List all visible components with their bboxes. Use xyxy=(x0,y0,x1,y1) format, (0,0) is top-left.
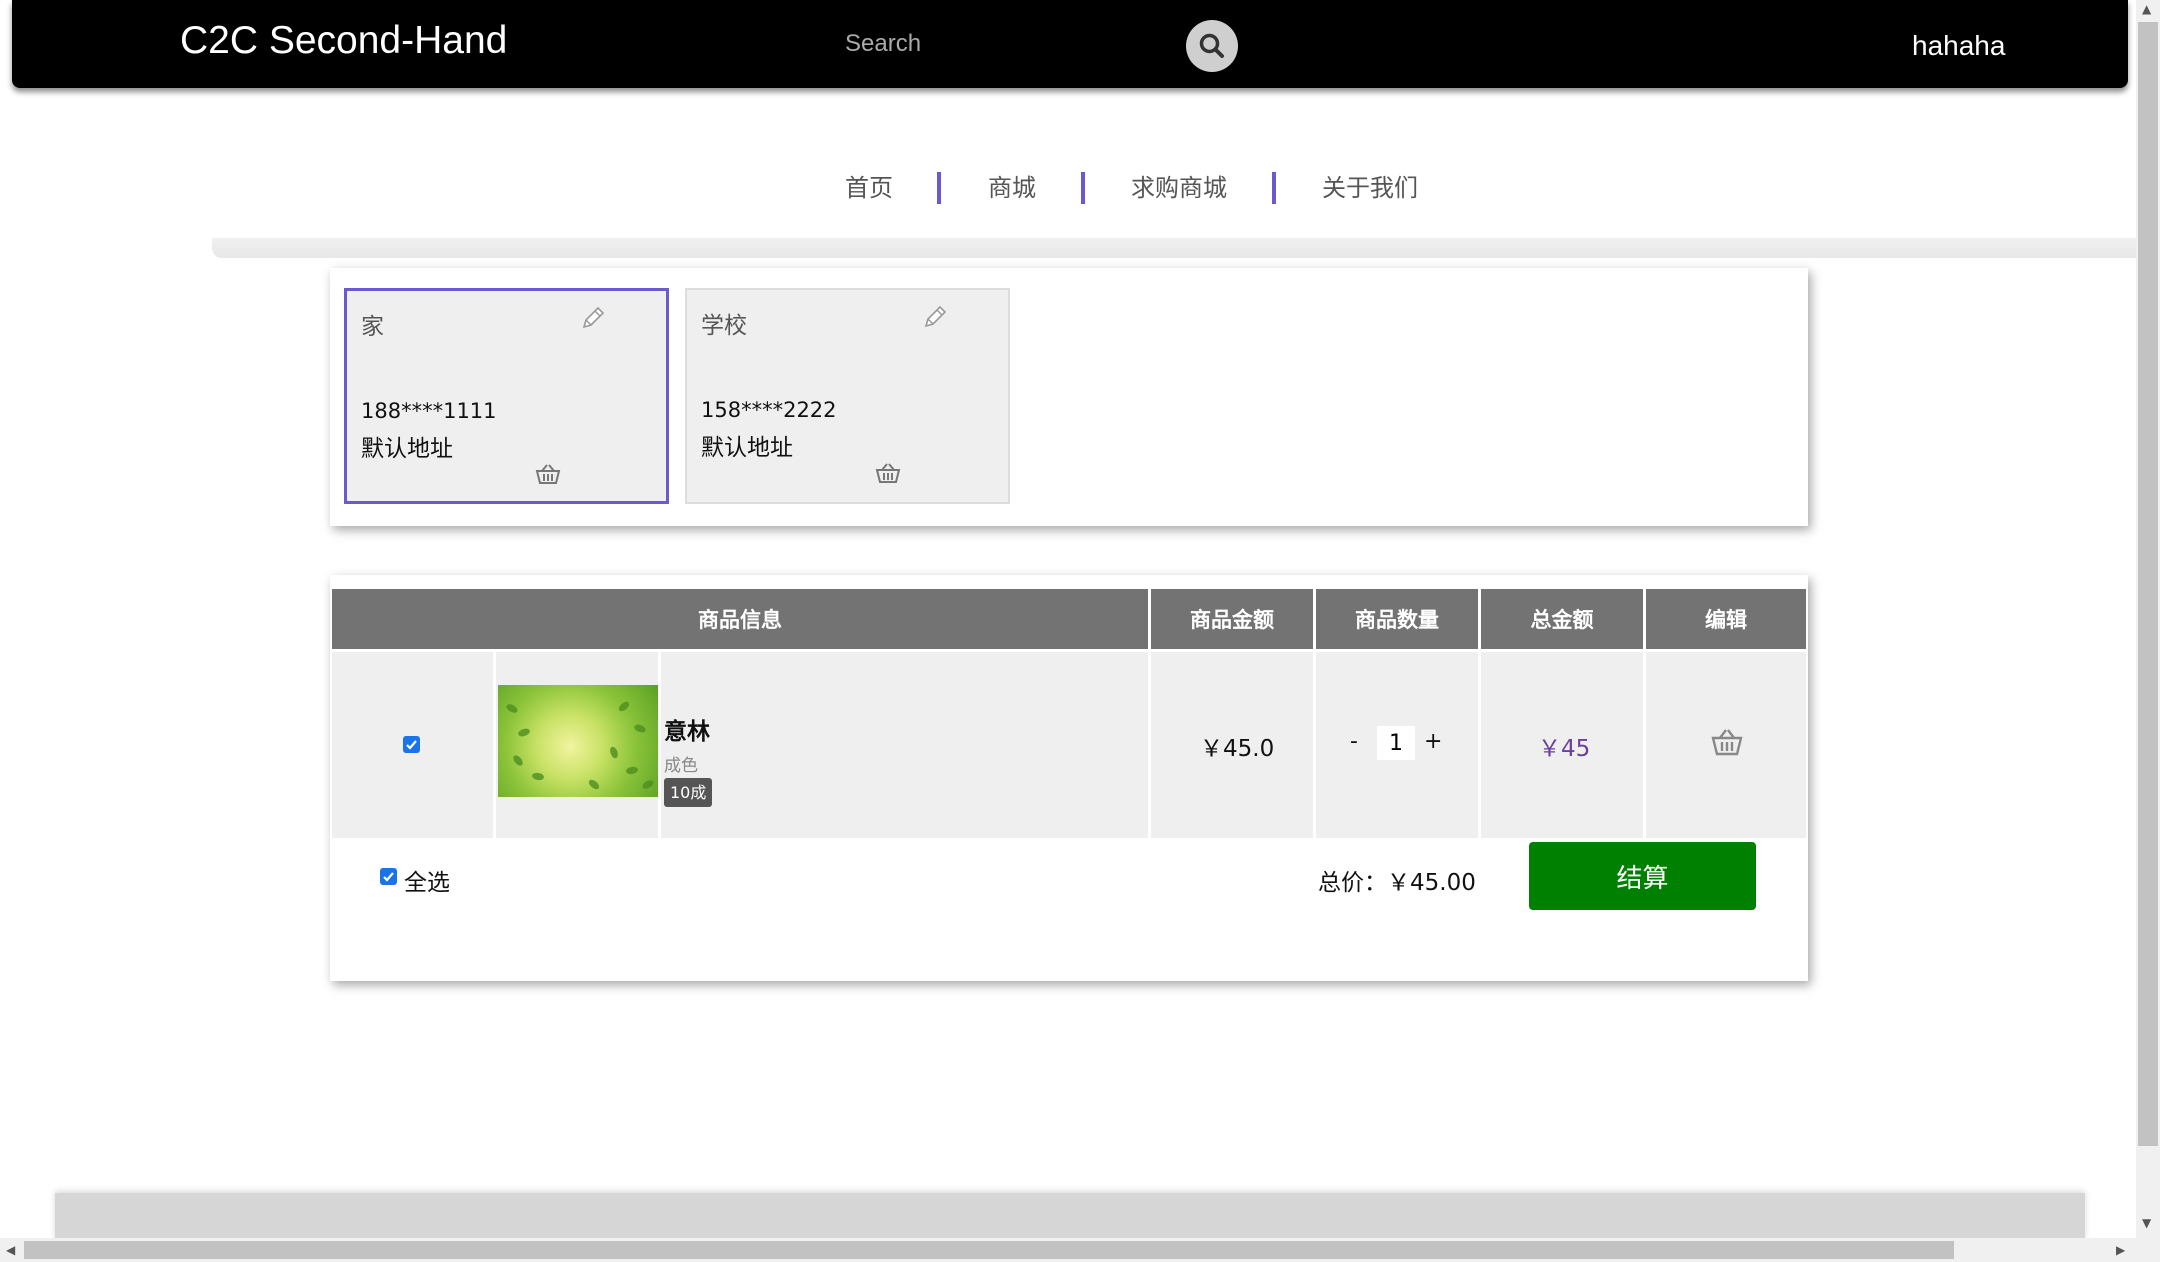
address-card-home[interactable]: 家 188****1111 默认地址 xyxy=(344,288,669,504)
address-default-tag: 默认地址 xyxy=(361,436,453,462)
item-total: ￥45 xyxy=(1538,736,1591,762)
nav-item-wanted-mall[interactable]: 求购商城 xyxy=(1131,168,1227,203)
header-price: 商品金额 xyxy=(1151,589,1313,649)
nav-item-mall[interactable]: 商城 xyxy=(988,168,1036,203)
address-name: 家 xyxy=(361,314,384,340)
search-input[interactable]: Search xyxy=(845,30,921,58)
checkout-button[interactable]: 结算 xyxy=(1529,842,1756,910)
select-all-checkbox[interactable] xyxy=(380,868,397,885)
nav-divider xyxy=(1081,172,1085,204)
top-bar: C2C Second-Hand Search hahaha xyxy=(12,0,2128,88)
scroll-right-arrow[interactable]: ▶ xyxy=(2116,1243,2125,1257)
address-default-tag: 默认地址 xyxy=(701,435,793,461)
total-price-prefix: 总价： xyxy=(1318,870,1387,896)
nav-underline-bar xyxy=(212,238,2137,258)
search-button[interactable] xyxy=(1186,20,1238,72)
page-footer xyxy=(55,1193,2085,1241)
horizontal-scrollbar-thumb[interactable] xyxy=(24,1241,1954,1259)
total-price-value: ￥45.00 xyxy=(1387,870,1476,896)
product-name[interactable]: 意林 xyxy=(664,712,710,746)
product-image[interactable] xyxy=(498,685,658,797)
total-price-label: 总价：￥45.00 xyxy=(1318,863,1476,897)
user-menu[interactable]: hahaha xyxy=(1912,30,2005,62)
product-condition-label: 成色 xyxy=(664,756,698,776)
scroll-left-arrow[interactable]: ◀ xyxy=(6,1243,15,1257)
address-panel: 家 188****1111 默认地址 学校 158****2222 默认地址 xyxy=(330,268,1808,526)
address-card-school[interactable]: 学校 158****2222 默认地址 xyxy=(685,288,1010,504)
basket-icon[interactable] xyxy=(535,463,561,489)
check-icon xyxy=(406,740,417,750)
pencil-icon[interactable] xyxy=(922,304,948,334)
item-checkbox[interactable] xyxy=(403,736,420,753)
address-phone: 158****2222 xyxy=(701,398,837,422)
header-total: 总金额 xyxy=(1481,589,1643,649)
table-cell-info xyxy=(661,652,1148,838)
basket-icon[interactable] xyxy=(875,462,901,488)
address-name: 学校 xyxy=(701,313,747,339)
item-price: ￥45.0 xyxy=(1200,736,1275,762)
main-nav: 首页 商城 求购商城 关于我们 xyxy=(0,168,2128,208)
scroll-up-arrow[interactable]: ▲ xyxy=(2142,2,2151,16)
quantity-increase-button[interactable]: + xyxy=(1424,729,1442,754)
basket-icon[interactable] xyxy=(1711,728,1743,760)
cart-panel: 商品信息 商品金额 商品数量 总金额 编辑 意林 成色 10成 ￥45.0 - … xyxy=(330,575,1808,981)
brand-logo[interactable]: C2C Second-Hand xyxy=(180,19,507,63)
header-edit: 编辑 xyxy=(1646,589,1806,649)
check-icon xyxy=(383,872,394,882)
quantity-decrease-button[interactable]: - xyxy=(1350,729,1358,754)
nav-item-home[interactable]: 首页 xyxy=(845,168,893,203)
header-quantity: 商品数量 xyxy=(1316,589,1478,649)
header-product-info: 商品信息 xyxy=(332,589,1148,649)
nav-divider xyxy=(1272,172,1276,204)
scroll-down-arrow[interactable]: ▼ xyxy=(2142,1216,2151,1230)
nav-divider xyxy=(937,172,941,204)
condition-badge: 10成 xyxy=(664,778,713,807)
select-all-label[interactable]: 全选 xyxy=(404,863,450,897)
quantity-input[interactable] xyxy=(1377,726,1415,760)
address-phone: 188****1111 xyxy=(361,399,497,423)
vertical-scrollbar-thumb[interactable] xyxy=(2138,22,2158,1146)
pencil-icon[interactable] xyxy=(580,305,606,335)
nav-item-about[interactable]: 关于我们 xyxy=(1322,168,1418,203)
search-icon xyxy=(1199,33,1224,58)
